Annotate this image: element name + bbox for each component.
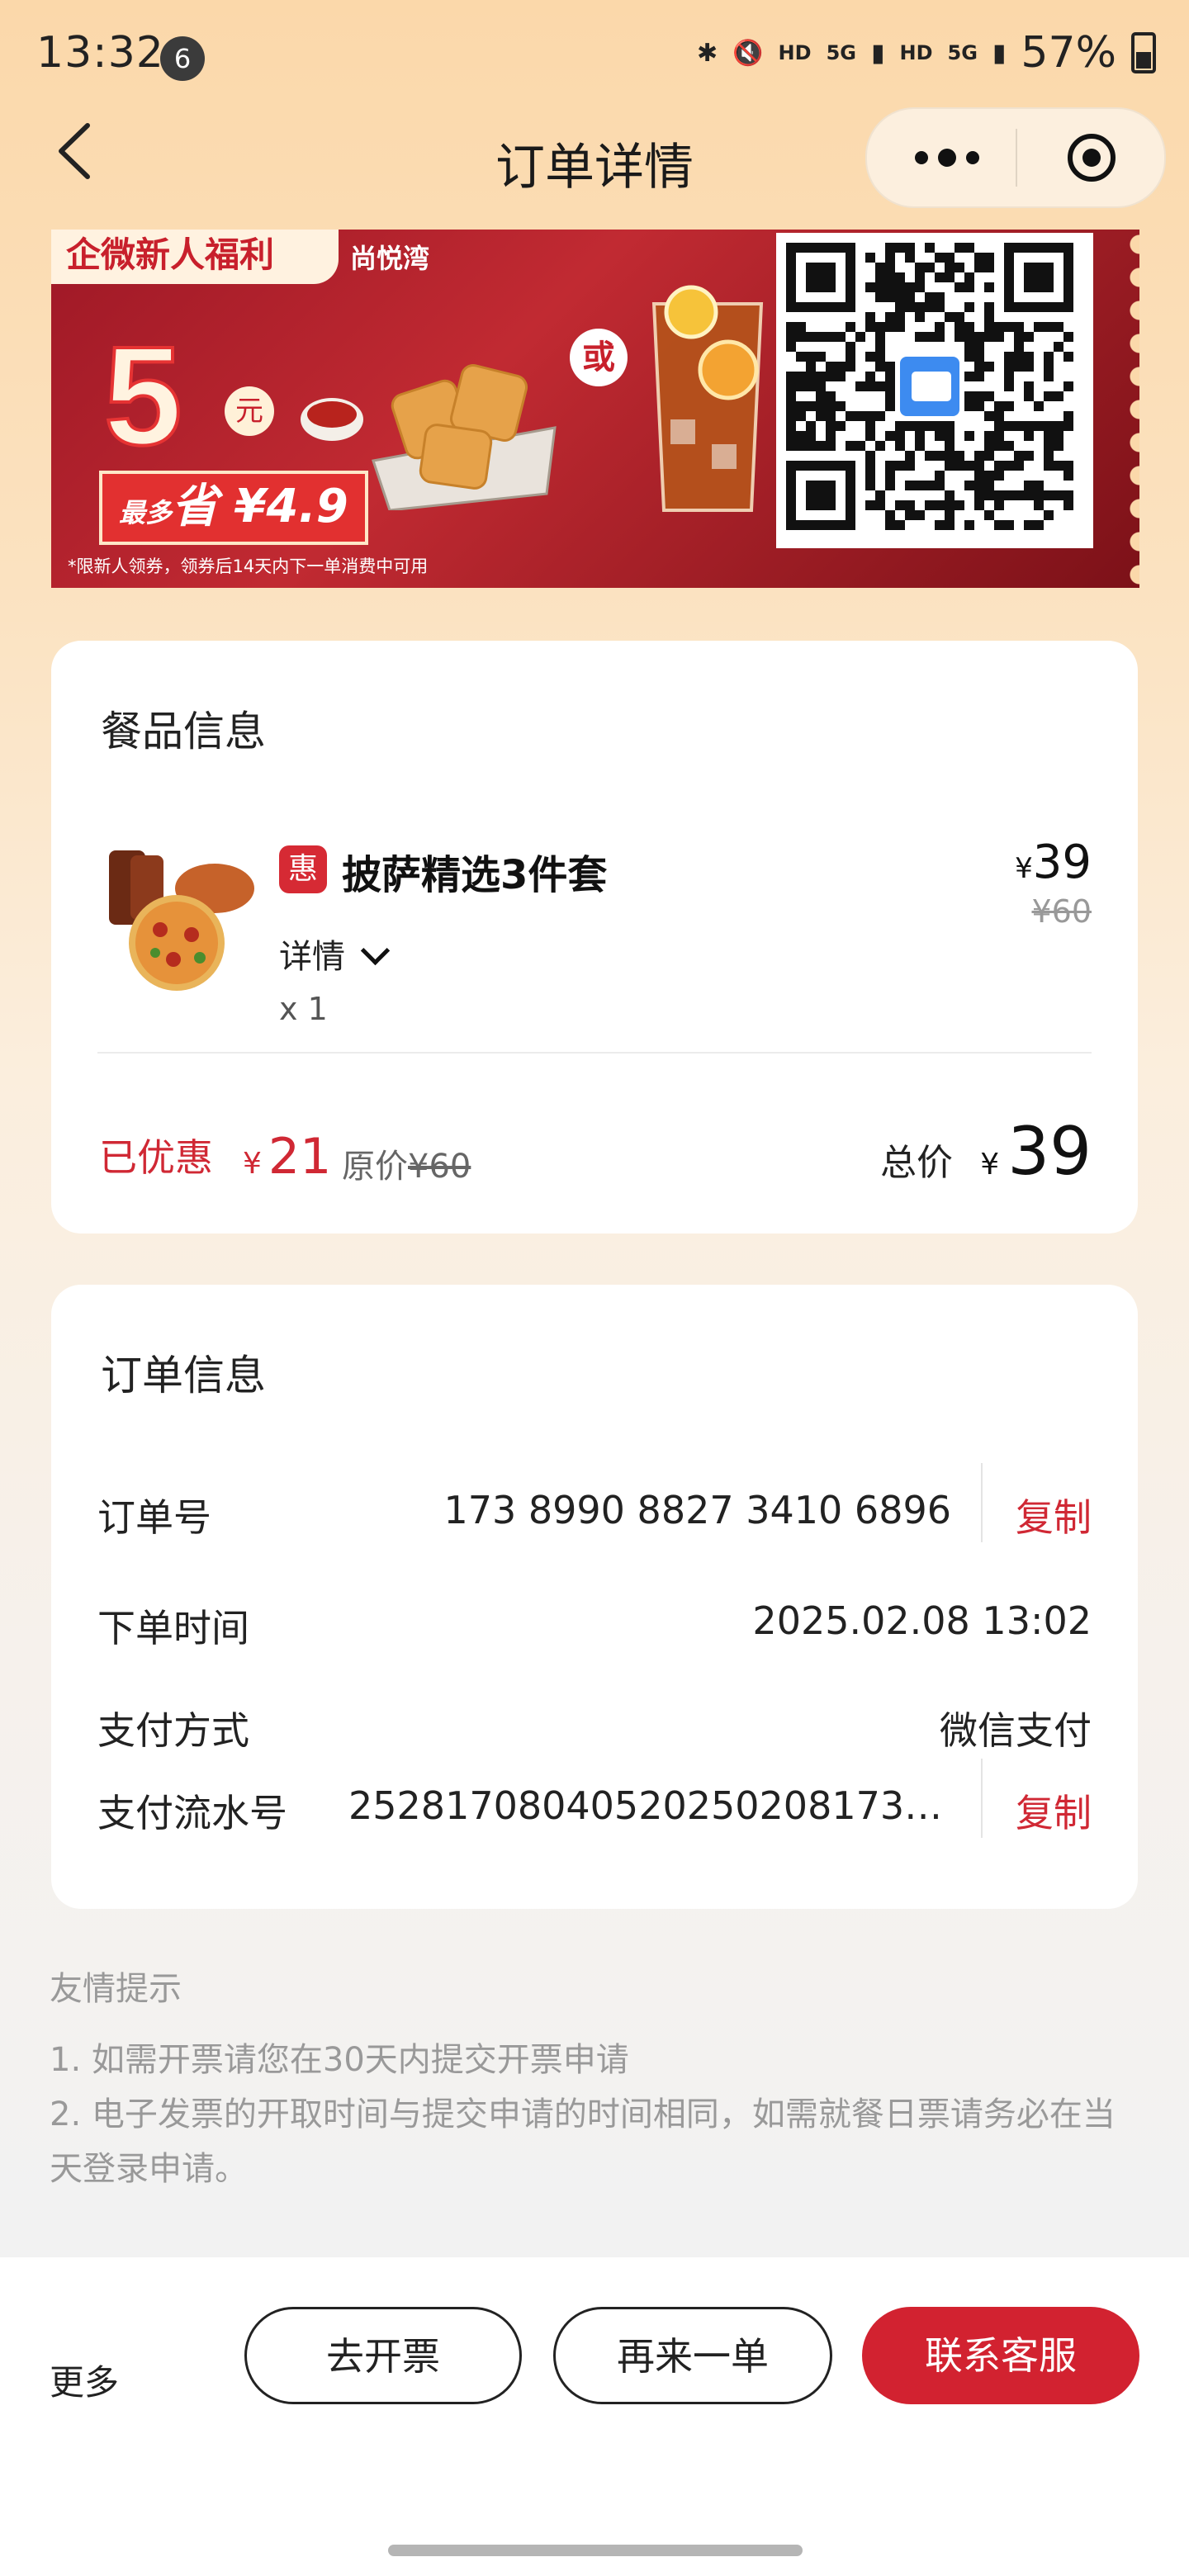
original-total-value: ¥60 — [408, 1148, 471, 1186]
saved-label: 已优惠 — [99, 1135, 213, 1180]
saved-value: 21 — [268, 1128, 332, 1186]
iced-tea-image — [646, 279, 770, 519]
promo-tag: 企微新人福利 — [51, 230, 339, 284]
promo-or-label: 或 — [570, 329, 628, 386]
qr-code[interactable] — [776, 233, 1093, 548]
hd-label: HD — [778, 41, 812, 64]
food-section-title: 餐品信息 — [101, 708, 266, 755]
network-label-2: 5G — [947, 41, 978, 64]
pizza-set-image — [101, 837, 254, 991]
ticket-perforation — [1121, 230, 1139, 588]
signal-icon: ▮ — [870, 38, 885, 68]
payment-method-label: 支付方式 — [97, 1708, 249, 1753]
waffle-fries-image — [299, 304, 571, 512]
order-section-title: 订单信息 — [101, 1352, 266, 1399]
total-symbol: ¥ — [980, 1148, 1000, 1181]
order-info-card: 订单信息 订单号 173 8990 8827 3410 6896 复制 下单时间… — [51, 1285, 1138, 1909]
original-label: 原价 — [342, 1148, 408, 1186]
original-total: 原价¥60 — [342, 1139, 471, 1187]
payment-serial-label: 支付流水号 — [97, 1791, 287, 1835]
discount-badge: 惠 — [279, 845, 327, 893]
total-label: 总价 — [880, 1142, 953, 1184]
copy-serial-button[interactable]: 复制 — [1016, 1783, 1092, 1838]
network-label: 5G — [826, 41, 856, 64]
product-original-price: ¥60 — [1031, 893, 1092, 930]
bottom-action-bar: 更多 去开票 再来一单 联系客服 — [0, 2257, 1189, 2576]
product-name: 披萨精选3件套 — [342, 852, 608, 898]
detail-toggle[interactable]: 详情 — [279, 930, 391, 978]
copy-order-number-button[interactable]: 复制 — [1016, 1488, 1092, 1542]
status-time: 13:32 — [36, 28, 164, 78]
chevron-down-icon — [360, 935, 391, 966]
product-price: ¥39 — [1015, 836, 1092, 889]
payment-method-value: 微信支付 — [940, 1708, 1092, 1753]
promo-note: *限新人领券，领券后14天内下一单消费中可用 — [68, 556, 429, 576]
home-indicator[interactable] — [388, 2545, 803, 2556]
capsule-divider — [1016, 129, 1017, 187]
promo-save-prefix: 最多 — [119, 497, 173, 528]
food-info-card: 餐品信息 惠 披萨精选3件套 ¥39 ¥60 详情 x 1 已优惠 ¥21 原价… — [51, 641, 1138, 1234]
order-number-label: 订单号 — [97, 1495, 211, 1540]
promo-shop-name: 尚悦湾 — [350, 243, 430, 274]
mini-program-capsule — [865, 107, 1166, 208]
tips-line-2: 2. 电子发票的开取时间与提交申请的时间相同，如需就餐日票请务必在当天登录申请。 — [50, 2095, 1116, 2188]
close-target-icon[interactable] — [1065, 131, 1118, 184]
mute-icon: 🔇 — [732, 38, 764, 68]
status-bar: 13:32 6 ✱ 🔇 HD 5G ▮ HD 5G ▮ 57% — [0, 0, 1189, 107]
hd-label-2: HD — [899, 41, 933, 64]
total-value: 39 — [1007, 1113, 1092, 1190]
order-time-label: 下单时间 — [97, 1606, 249, 1650]
battery-percent: 57% — [1021, 28, 1116, 78]
notification-count-badge: 6 — [160, 36, 205, 81]
order-number-value: 173 8990 8827 3410 6896 — [443, 1488, 951, 1532]
divider — [97, 1052, 1092, 1054]
promo-amount: 5 — [102, 316, 184, 476]
reorder-button[interactable]: 再来一单 — [553, 2307, 832, 2404]
detail-label: 详情 — [279, 938, 345, 976]
invoice-button[interactable]: 去开票 — [244, 2307, 522, 2404]
status-icons: ✱ 🔇 HD 5G ▮ HD 5G ▮ 57% — [697, 28, 1156, 78]
saved-amount: ¥21 — [243, 1128, 331, 1186]
tips-title: 友情提示 — [50, 1970, 182, 2008]
product-price-symbol: ¥ — [1015, 852, 1033, 885]
order-time-value: 2025.02.08 13:02 — [752, 1598, 1092, 1643]
vertical-divider — [981, 1463, 983, 1542]
more-dots-icon[interactable] — [910, 144, 984, 172]
friendly-tips: 友情提示 1. 如需开票请您在30天内提交开票申请 2. 电子发票的开取时间与提… — [50, 1962, 1139, 2196]
battery-icon — [1131, 32, 1156, 73]
promo-unit: 元 — [225, 386, 274, 436]
vertical-divider-2 — [981, 1759, 983, 1838]
total-amount: ¥39 — [980, 1113, 1092, 1190]
bluetooth-icon: ✱ — [697, 38, 718, 68]
saved-symbol: ¥ — [243, 1147, 262, 1181]
contact-service-button[interactable]: 联系客服 — [862, 2307, 1139, 2404]
product-price-value: 39 — [1032, 836, 1092, 889]
signal-icon-2: ▮ — [992, 38, 1007, 68]
product-quantity: x 1 — [279, 991, 328, 1027]
payment-serial-value: 25281708040520250208173​8… — [348, 1783, 943, 1828]
tips-line-1: 1. 如需开票请您在30天内提交开票申请 — [50, 2041, 629, 2079]
more-button[interactable]: 更多 — [50, 2355, 119, 2405]
